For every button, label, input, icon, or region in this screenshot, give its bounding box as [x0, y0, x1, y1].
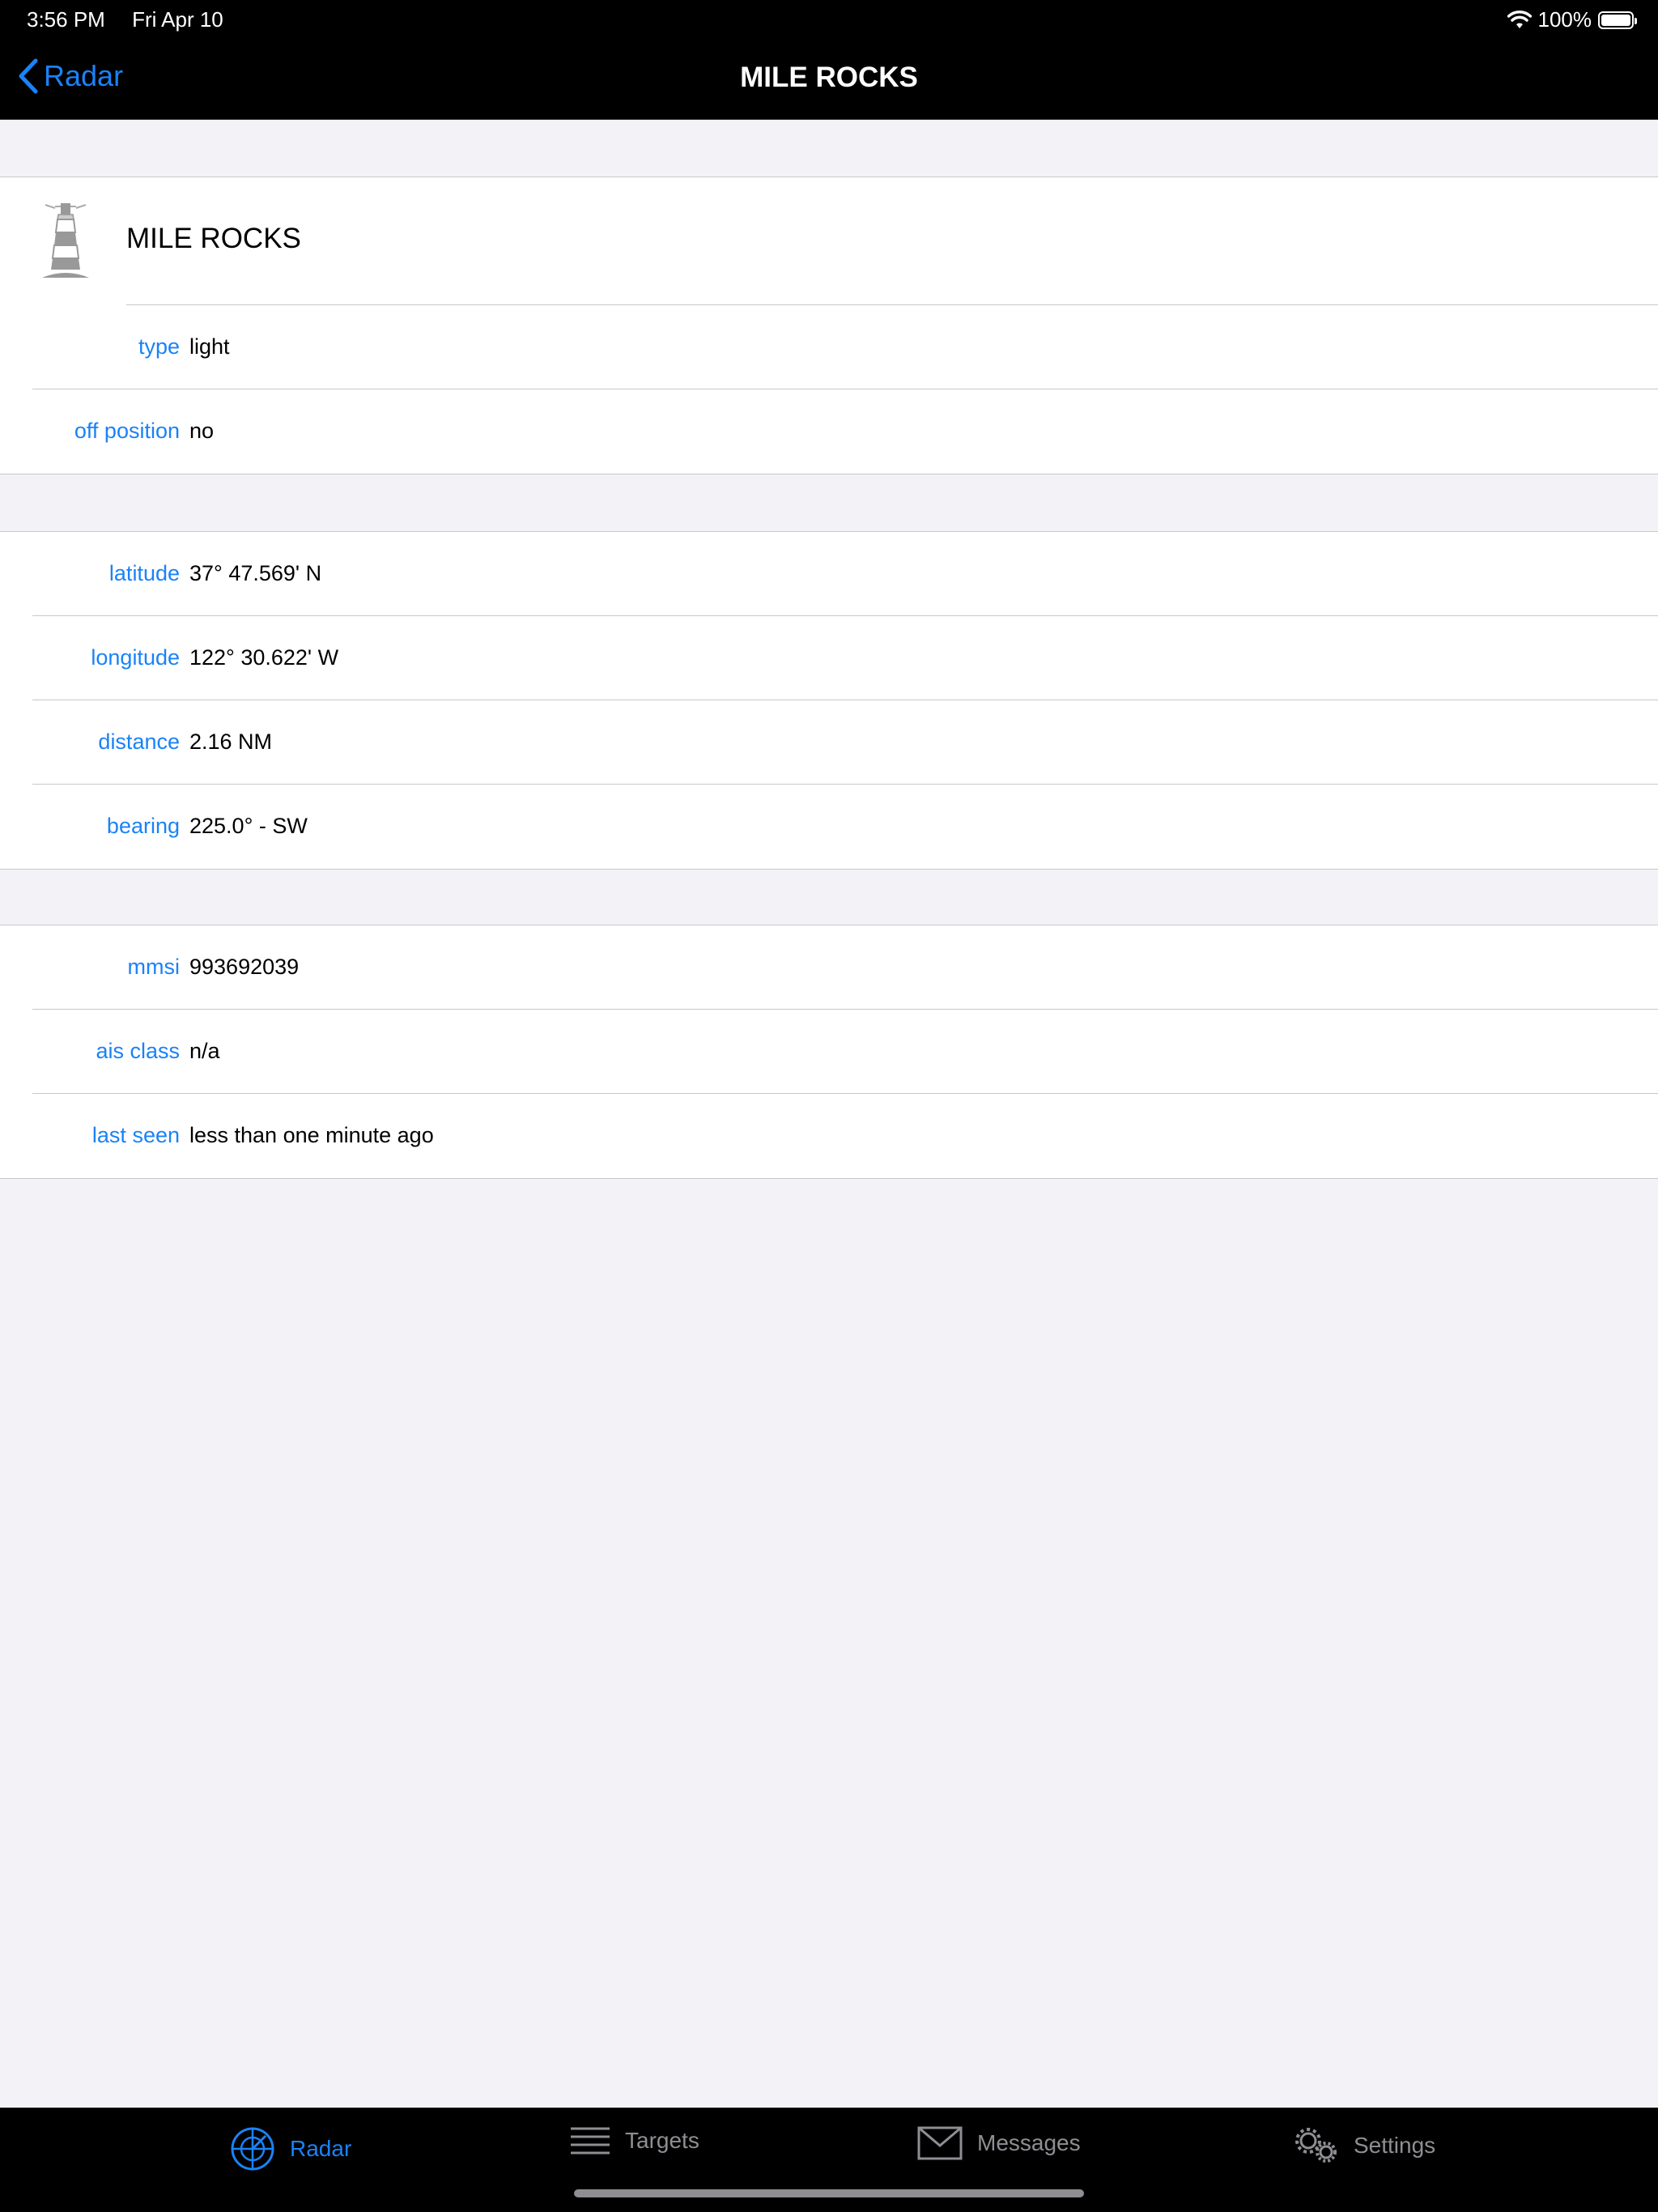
row-label: longitude — [91, 645, 180, 670]
ais-section: mmsi 993692039 ais class n/a last seen l… — [0, 925, 1658, 1179]
row-value: 993692039 — [189, 955, 300, 979]
row-value: 225.0° - SW — [189, 814, 308, 838]
row-value: light — [189, 334, 230, 359]
row-label: last seen — [91, 1123, 180, 1147]
status-date: Fri Apr 10 — [132, 7, 223, 32]
row-value: no — [189, 419, 215, 443]
home-indicator[interactable] — [574, 2189, 1084, 2197]
battery-icon — [1598, 11, 1637, 29]
detail-row-mmsi: mmsi 993692039 — [0, 925, 1658, 1010]
detail-row-last-seen: last seen less than one minute ago — [0, 1094, 1658, 1178]
radar-icon — [231, 2127, 274, 2171]
status-time: 3:56 PM — [27, 7, 105, 32]
tab-targets[interactable]: Targets — [570, 2126, 699, 2155]
tab-messages[interactable]: Messages — [917, 2126, 1081, 2160]
gears-icon — [1295, 2128, 1337, 2163]
detail-row-distance: distance 2.16 NM — [0, 700, 1658, 785]
info-section: MILE ROCKS type light off position no — [0, 177, 1658, 474]
row-label: distance — [98, 730, 180, 754]
detail-row-off-position: off position no — [0, 389, 1658, 474]
detail-row-ais-class: ais class n/a — [0, 1010, 1658, 1094]
row-label: type — [138, 334, 180, 359]
nav-bar: Radar MILE ROCKS — [0, 39, 1658, 120]
detail-row-latitude: latitude 37° 47.569' N — [0, 532, 1658, 616]
row-value: less than one minute ago — [189, 1123, 434, 1147]
target-header: MILE ROCKS — [0, 177, 1658, 305]
tab-label: Messages — [977, 2130, 1081, 2155]
target-name: MILE ROCKS — [126, 223, 301, 254]
detail-row-longitude: longitude 122° 30.622' W — [0, 616, 1658, 700]
list-icon — [571, 2127, 610, 2155]
wifi-icon — [1507, 10, 1532, 28]
page-title: MILE ROCKS — [740, 62, 918, 93]
envelope-icon — [917, 2126, 963, 2160]
row-value: 122° 30.622' W — [189, 645, 339, 670]
tab-label: Targets — [625, 2128, 699, 2153]
lighthouse-icon — [42, 203, 89, 278]
row-label: mmsi — [127, 955, 180, 979]
detail-row-type: type light — [0, 305, 1658, 389]
position-section: latitude 37° 47.569' N longitude 122° 30… — [0, 531, 1658, 870]
status-bar: 3:56 PM Fri Apr 10 100% — [0, 0, 1658, 39]
row-value: n/a — [189, 1039, 220, 1063]
row-label: bearing — [106, 814, 180, 838]
row-label: latitude — [108, 561, 180, 585]
tab-settings[interactable]: Settings — [1294, 2126, 1435, 2165]
tab-label: Settings — [1354, 2133, 1436, 2158]
detail-row-bearing: bearing 225.0° - SW — [0, 785, 1658, 869]
battery-percent: 100% — [1537, 7, 1592, 32]
tab-radar[interactable]: Radar — [230, 2126, 351, 2172]
tab-label: Radar — [290, 2136, 352, 2161]
row-label: ais class — [96, 1039, 180, 1063]
row-value: 37° 47.569' N — [189, 561, 322, 585]
row-label: off position — [74, 419, 180, 443]
row-value: 2.16 NM — [189, 730, 273, 754]
